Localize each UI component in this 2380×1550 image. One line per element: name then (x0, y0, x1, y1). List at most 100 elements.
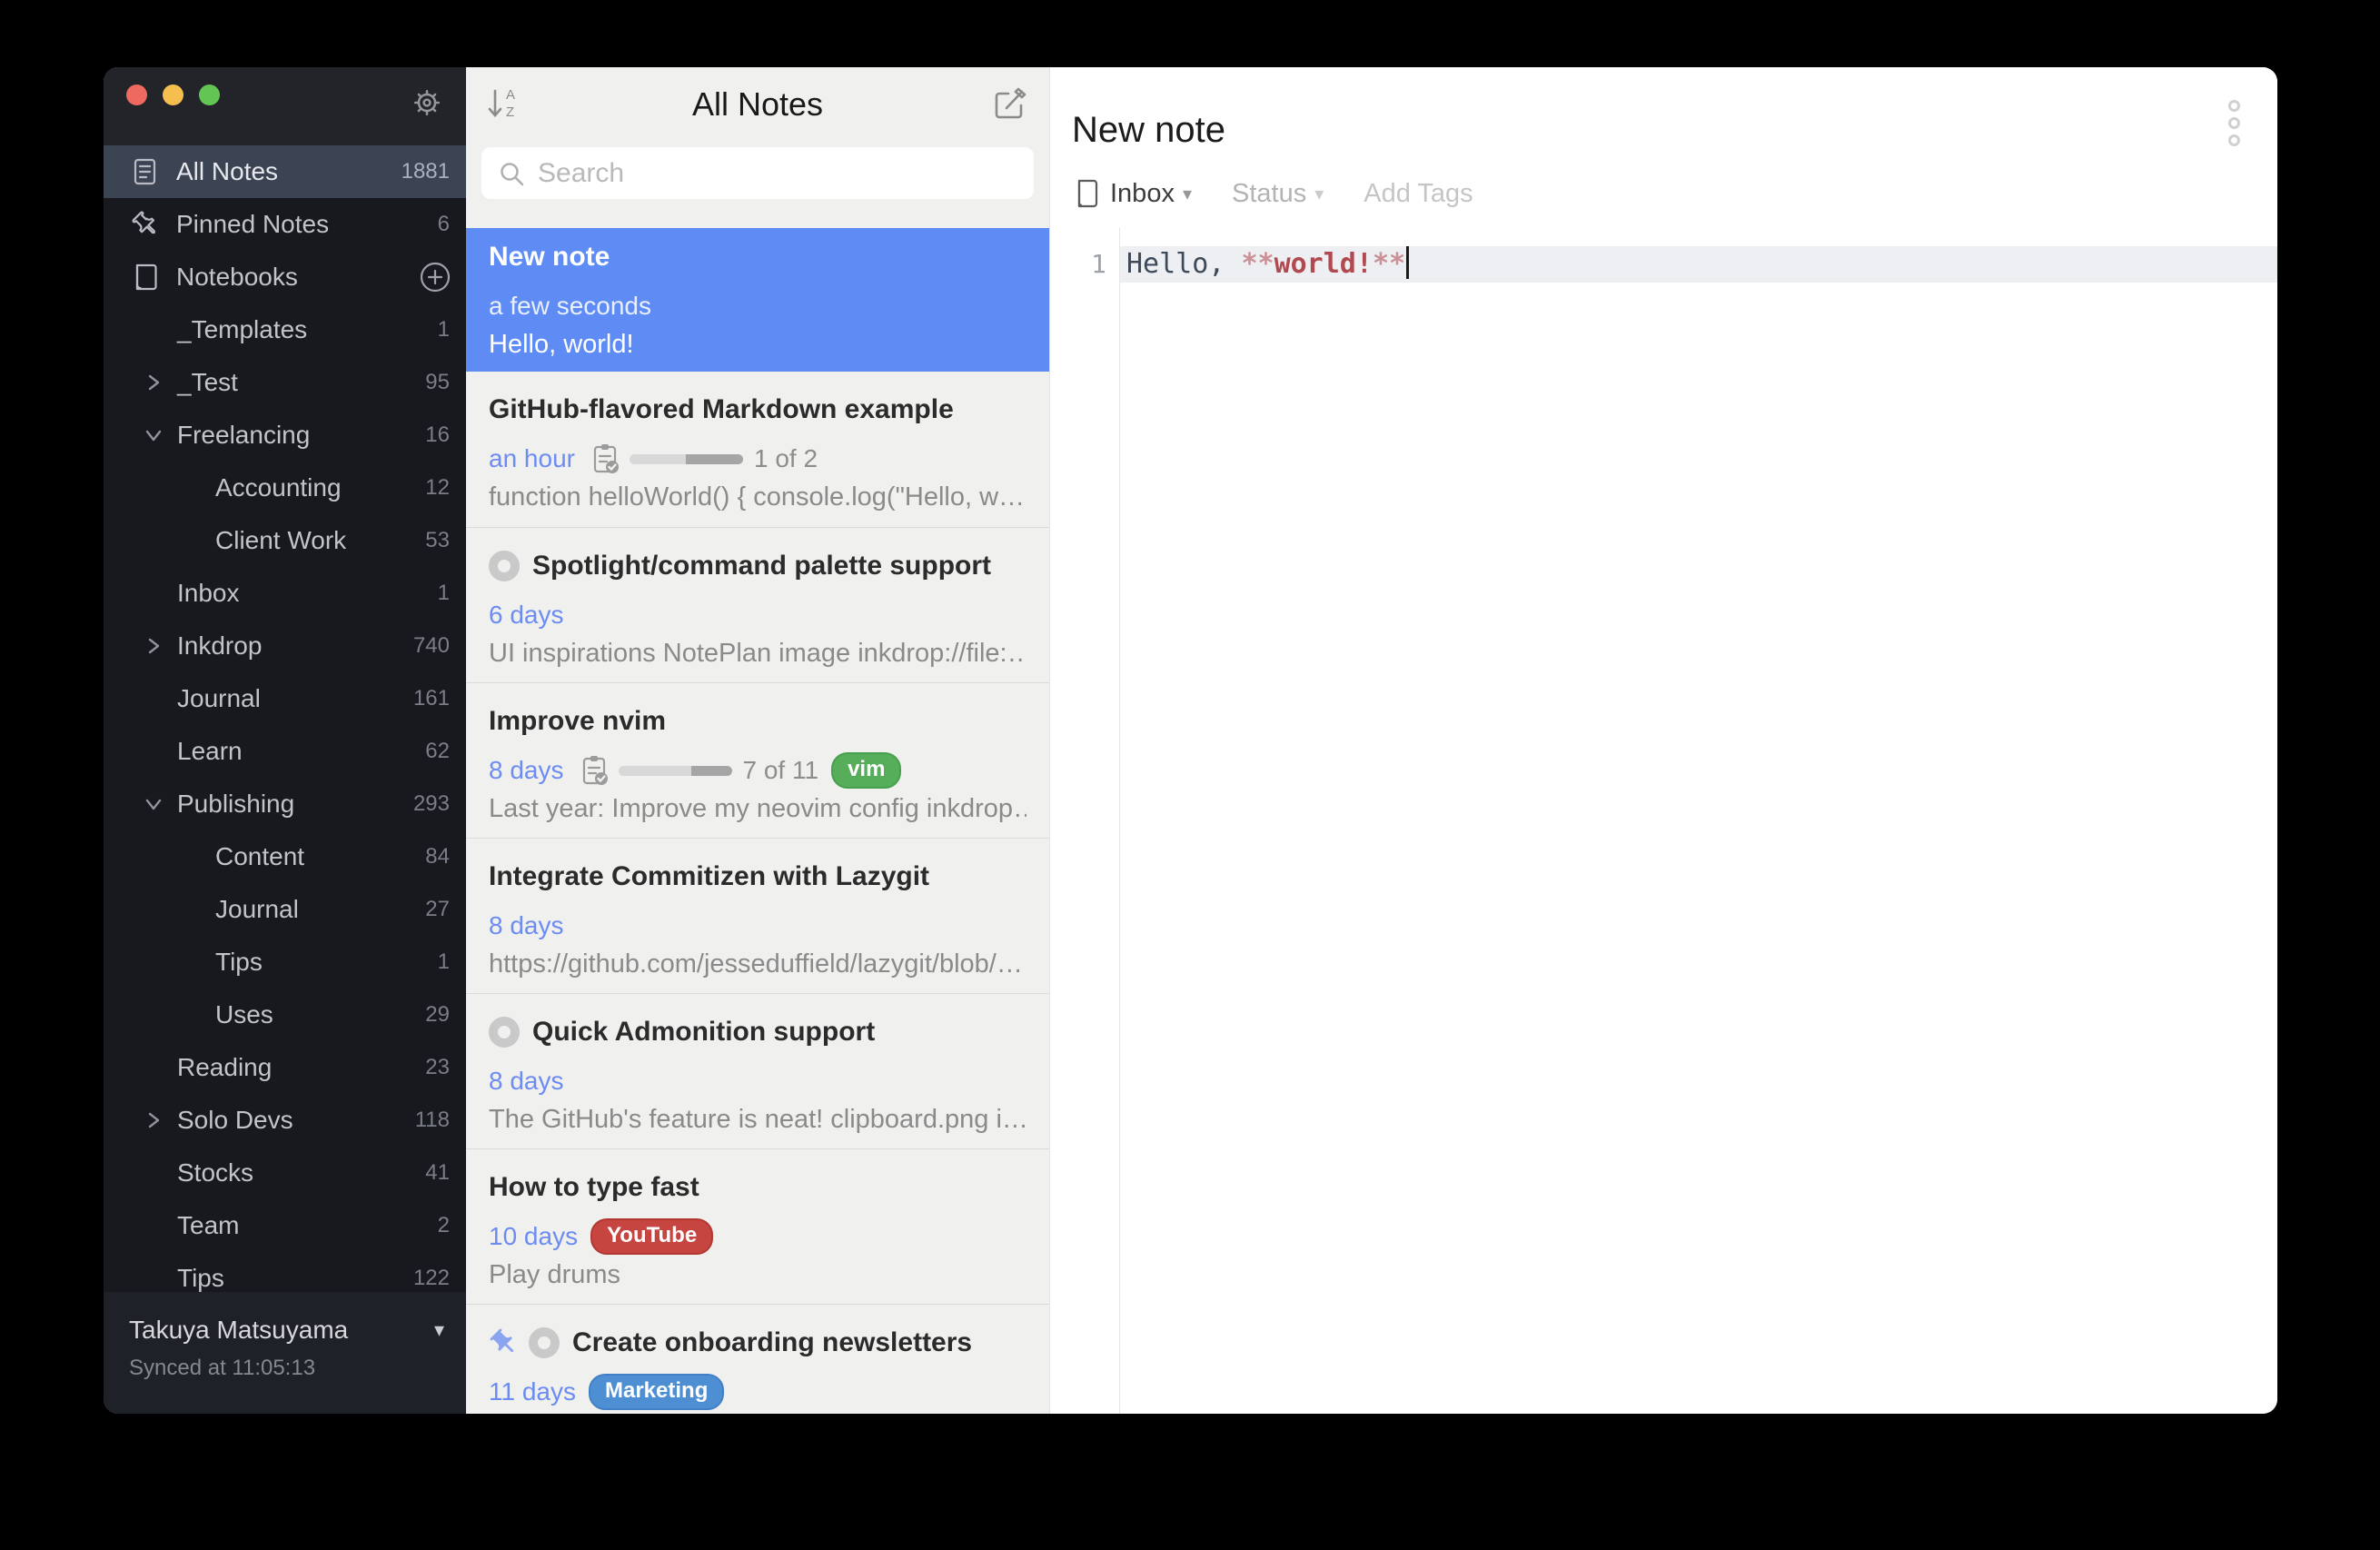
gutter-divider (1119, 227, 1120, 1414)
dot-icon (2228, 134, 2240, 146)
sidebar-notebook-item[interactable]: _Test 95 (104, 356, 466, 409)
note-list-item[interactable]: New note a few seconds Hello, world! (466, 228, 1049, 372)
sidebar-item-label: Content (215, 842, 305, 870)
sidebar-item-count: 12 (425, 475, 450, 500)
sidebar-item-label: Reading (177, 1053, 273, 1081)
pin-icon (490, 1328, 513, 1353)
chevron-down-icon[interactable]: ▾ (1183, 183, 1192, 205)
status-icon (489, 1017, 520, 1048)
note-timestamp: an hour (489, 444, 575, 472)
note-list-item[interactable]: How to type fast 10 days YouTube Play dr… (466, 1148, 1049, 1304)
sidebar-item-label: Journal (177, 684, 261, 712)
note-list-item[interactable]: Create onboarding newsletters 11 days Ma… (466, 1304, 1049, 1414)
account-menu[interactable]: Takuya Matsuyama ▾ (129, 1316, 444, 1345)
traffic-close-button[interactable] (126, 84, 147, 105)
bold-text: world! (1274, 248, 1373, 280)
chevron-icon[interactable] (142, 792, 165, 816)
sidebar-item-count: 62 (425, 739, 450, 763)
editor-panel: New note Inbox ▾ Status ▾ Add Tags 1 Hel… (1050, 67, 2277, 1414)
note-list-item[interactable]: GitHub-flavored Markdown example an hour… (466, 372, 1049, 527)
tasks-icon (593, 444, 619, 473)
chevron-icon[interactable] (142, 423, 165, 447)
note-list-title: All Notes (691, 85, 824, 123)
chevron-down-icon: ▾ (433, 1318, 444, 1341)
sidebar-notebook-item[interactable]: Team 2 (104, 1199, 466, 1252)
add-tags-button[interactable]: Add Tags (1364, 179, 1473, 209)
sidebar-item-count: 53 (425, 528, 450, 552)
note-title: Integrate Commitizen with Lazygit (489, 861, 930, 891)
sidebar-item-label: Learn (177, 737, 243, 765)
sidebar-notebook-item[interactable]: Inbox 1 (104, 567, 466, 620)
pin-icon (132, 211, 155, 234)
sidebar-notebook-item[interactable]: Uses 29 (104, 989, 466, 1041)
sidebar-item-label: Inbox (177, 579, 240, 607)
note-list-item[interactable]: Improve nvim 8 days 7 of 11 vim Last yea… (466, 682, 1049, 838)
compose-icon[interactable] (991, 85, 1027, 122)
sidebar-notebook-item[interactable]: Journal 27 (104, 883, 466, 936)
sidebar-item-count: 41 (425, 1160, 450, 1185)
sidebar-item-label: Stocks (177, 1158, 254, 1187)
traffic-zoom-button[interactable] (199, 84, 220, 105)
notebook-selector[interactable]: Inbox (1110, 179, 1175, 209)
chevron-icon[interactable] (142, 634, 165, 658)
sidebar-footer: Takuya Matsuyama ▾ Synced at 11:05:13 (104, 1292, 466, 1414)
bold-marker: ** (1241, 248, 1274, 280)
task-progress-bar (618, 765, 732, 776)
notebook-icon (1077, 179, 1098, 208)
sidebar-item-label: _Test (177, 368, 238, 396)
note-preview: Play drums (489, 1260, 621, 1289)
sidebar-notebook-item[interactable]: Freelancing 16 (104, 409, 466, 462)
sidebar-item-notebooks[interactable]: Notebooks (104, 251, 466, 303)
sidebar-notebook-item[interactable]: Tips 122 (104, 1252, 466, 1292)
note-title-input[interactable]: New note (1072, 110, 1225, 151)
tag-badge: YouTube (590, 1218, 714, 1255)
sidebar-item-label: Tips (177, 1264, 224, 1292)
code-line[interactable]: Hello, **world!** (1126, 246, 1410, 283)
traffic-minimize-button[interactable] (163, 84, 183, 105)
sidebar-notebook-item[interactable]: _Templates 1 (104, 303, 466, 356)
note-preview: https://github.com/jesseduffield/lazygit… (489, 949, 1023, 979)
sidebar-notebook-item[interactable]: Learn 62 (104, 725, 466, 778)
note-list-item[interactable]: Integrate Commitizen with Lazygit 8 days… (466, 838, 1049, 993)
status-selector[interactable]: Status (1232, 179, 1306, 209)
sidebar-item-all-notes[interactable]: All Notes 1881 (104, 145, 466, 198)
sidebar-notebook-item[interactable]: Accounting 12 (104, 462, 466, 514)
sidebar-notebook-item[interactable]: Tips 1 (104, 936, 466, 989)
note-timestamp: 6 days (489, 601, 564, 629)
note-timestamp: 8 days (489, 756, 564, 784)
note-list-item[interactable]: Quick Admonition support 8 days The GitH… (466, 993, 1049, 1148)
sidebar-notebook-item[interactable]: Reading 23 (104, 1041, 466, 1094)
sidebar-item-count: 1881 (401, 159, 450, 184)
sidebar-nav: All Notes 1881 Pinned Notes 6 Notebooks … (104, 145, 466, 1292)
sidebar-notebook-item[interactable]: Journal 161 (104, 672, 466, 725)
sidebar-notebook-item[interactable]: Solo Devs 118 (104, 1094, 466, 1147)
note-preview: UI inspirations NotePlan image inkdrop:/… (489, 639, 1026, 668)
note-options-menu[interactable] (2228, 94, 2240, 152)
chevron-icon[interactable] (142, 1108, 165, 1132)
sidebar-notebook-item[interactable]: Publishing 293 (104, 778, 466, 830)
sidebar-notebook-item[interactable]: Stocks 41 (104, 1147, 466, 1199)
add-notebook-button[interactable] (419, 261, 451, 293)
note-list-item[interactable]: Spotlight/command palette support 6 days… (466, 527, 1049, 682)
sidebar-notebook-item[interactable]: Content 84 (104, 830, 466, 883)
note-timestamp: 10 days (489, 1222, 579, 1250)
markdown-editor[interactable]: 1 Hello, **world!** (1050, 227, 2277, 1414)
sidebar-notebook-item[interactable]: Client Work 53 (104, 514, 466, 567)
note-preview: function helloWorld() { console.log("Hel… (489, 482, 1026, 512)
note-preview: Hello, world! (489, 330, 634, 359)
sort-icon[interactable]: A Z (486, 85, 522, 122)
chevron-icon[interactable] (142, 371, 165, 394)
code-text: Hello, (1126, 248, 1242, 280)
sidebar-notebook-item[interactable]: Inkdrop 740 (104, 620, 466, 672)
sidebar-item-pinned-notes[interactable]: Pinned Notes 6 (104, 198, 466, 251)
gear-icon[interactable] (412, 87, 442, 118)
bold-marker: ** (1372, 248, 1406, 280)
sidebar-item-label: Uses (215, 1000, 273, 1028)
note-list-panel: A Z All Notes New note (466, 67, 1050, 1414)
note-title: How to type fast (489, 1172, 699, 1202)
sidebar-item-count: 122 (412, 1266, 450, 1290)
search-input[interactable] (538, 157, 1017, 189)
chevron-down-icon[interactable]: ▾ (1314, 183, 1324, 205)
sidebar-item-count: 293 (412, 791, 450, 816)
search-box (481, 147, 1034, 199)
